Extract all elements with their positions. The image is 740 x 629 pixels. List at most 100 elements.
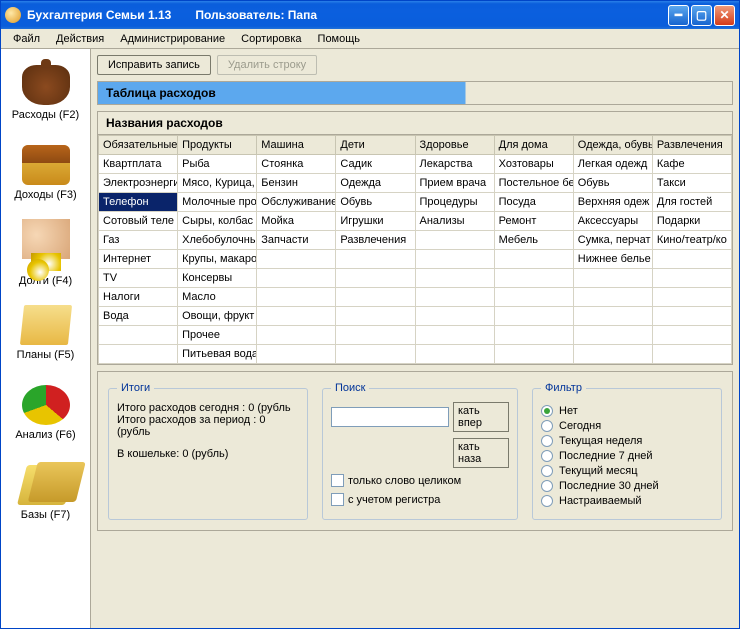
cell[interactable] [415,231,494,250]
cell[interactable]: Садик [336,155,415,174]
cell[interactable] [652,307,731,326]
cell[interactable]: Сумка, перчат [573,231,652,250]
cell[interactable] [415,288,494,307]
cell[interactable] [415,269,494,288]
cell[interactable]: Кафе [652,155,731,174]
cell[interactable] [257,250,336,269]
case-checkbox[interactable] [331,493,344,506]
cell[interactable]: Хлебобулочны [178,231,257,250]
cell[interactable]: Кино/театр/ко [652,231,731,250]
cell[interactable]: Аксессуары [573,212,652,231]
cell[interactable]: Лекарства [415,155,494,174]
cell[interactable] [652,269,731,288]
filter-radio-1[interactable] [541,420,553,432]
cell[interactable] [257,326,336,345]
filter-radio-6[interactable] [541,495,553,507]
cell[interactable]: Мебель [494,231,573,250]
cell[interactable]: Вода [99,307,178,326]
menu-4[interactable]: Помощь [310,31,369,47]
filter-radio-0[interactable] [541,405,553,417]
maximize-button[interactable]: ▢ [691,5,712,26]
cell[interactable]: Обувь [336,193,415,212]
col-header-3[interactable]: Дети [336,136,415,155]
col-header-4[interactable]: Здоровье [415,136,494,155]
cell[interactable]: Нижнее белье [573,250,652,269]
filter-option-3[interactable]: Последние 7 дней [541,450,713,462]
cell[interactable] [652,326,731,345]
cell[interactable]: Овощи, фрукт [178,307,257,326]
cell[interactable]: Электроэнерги [99,174,178,193]
cell[interactable]: Посуда [494,193,573,212]
cell[interactable] [415,307,494,326]
cell[interactable] [257,345,336,364]
cell[interactable]: Мясо, Курица, [178,174,257,193]
cell[interactable] [494,345,573,364]
cell[interactable] [573,326,652,345]
cell[interactable] [336,269,415,288]
minimize-button[interactable]: ━ [668,5,689,26]
nav-item-1[interactable]: Доходы (F3) [5,133,87,213]
col-header-1[interactable]: Продукты [178,136,257,155]
nav-item-5[interactable]: Базы (F7) [5,453,87,533]
cell[interactable]: Такси [652,174,731,193]
cell[interactable] [494,269,573,288]
case-checkbox-row[interactable]: с учетом регистра [331,493,509,506]
cell[interactable]: Газ [99,231,178,250]
cell[interactable]: Стоянка [257,155,336,174]
cell[interactable] [652,345,731,364]
filter-option-4[interactable]: Текущий месяц [541,465,713,477]
search-input[interactable] [331,407,449,427]
cell[interactable]: Сотовый теле [99,212,178,231]
cell[interactable] [652,288,731,307]
nav-item-4[interactable]: Анализ (F6) [5,373,87,453]
cell[interactable]: Запчасти [257,231,336,250]
cell[interactable] [336,288,415,307]
filter-radio-5[interactable] [541,480,553,492]
cell[interactable]: Верхняя одеж [573,193,652,212]
cell[interactable] [257,269,336,288]
cell[interactable] [494,326,573,345]
filter-option-0[interactable]: Нет [541,405,713,417]
cell[interactable]: Молочные про [178,193,257,212]
filter-radio-3[interactable] [541,450,553,462]
cell[interactable]: Для гостей [652,193,731,212]
col-header-6[interactable]: Одежда, обувь [573,136,652,155]
cell[interactable]: Бензин [257,174,336,193]
cell[interactable]: Процедуры [415,193,494,212]
cell[interactable]: Мойка [257,212,336,231]
nav-item-0[interactable]: Расходы (F2) [5,53,87,133]
cell[interactable]: Крупы, макаро [178,250,257,269]
cell[interactable]: Рыба [178,155,257,174]
cell[interactable]: Обслуживание [257,193,336,212]
cell[interactable] [573,269,652,288]
col-header-7[interactable]: Развлечения [652,136,731,155]
cell[interactable] [336,250,415,269]
cell[interactable]: Питьевая вода [178,345,257,364]
cell[interactable] [415,250,494,269]
col-header-0[interactable]: Обязательные [99,136,178,155]
menu-2[interactable]: Администрирование [112,31,233,47]
edit-record-button[interactable]: Исправить запись [97,55,211,75]
cell[interactable]: Телефон [99,193,178,212]
cell[interactable] [573,307,652,326]
grid-scroll[interactable]: ОбязательныеПродуктыМашинаДетиЗдоровьеДл… [98,135,732,364]
cell[interactable]: Прием врача [415,174,494,193]
nav-item-3[interactable]: Планы (F5) [5,293,87,373]
cell[interactable]: Хозтовары [494,155,573,174]
cell[interactable]: Масло [178,288,257,307]
cell[interactable]: Ремонт [494,212,573,231]
cell[interactable] [573,345,652,364]
cell[interactable]: Одежда [336,174,415,193]
col-header-5[interactable]: Для дома [494,136,573,155]
cell[interactable] [336,326,415,345]
menu-0[interactable]: Файл [5,31,48,47]
menu-3[interactable]: Сортировка [233,31,309,47]
filter-option-6[interactable]: Настраиваемый [541,495,713,507]
cell[interactable] [494,307,573,326]
close-button[interactable]: ✕ [714,5,735,26]
filter-radio-2[interactable] [541,435,553,447]
whole-word-checkbox[interactable] [331,474,344,487]
cell[interactable]: Сыры, колбас [178,212,257,231]
cell[interactable]: Постельное бе [494,174,573,193]
cell[interactable] [415,345,494,364]
